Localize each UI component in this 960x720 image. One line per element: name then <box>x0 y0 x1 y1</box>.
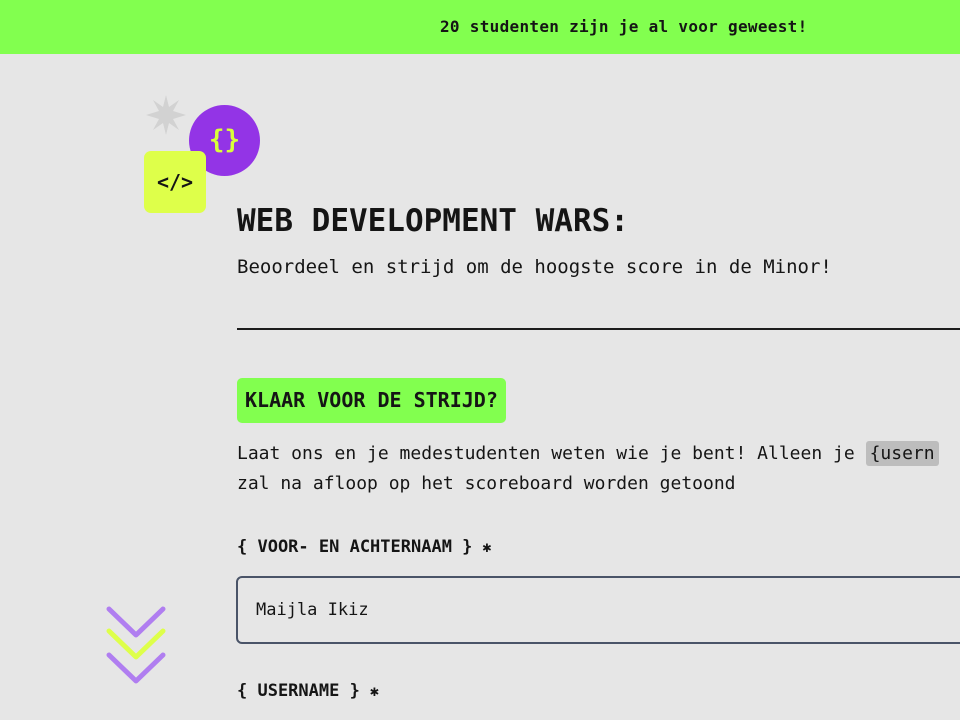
page-subtitle: Beoordeel en strijd om de hoogste score … <box>237 256 832 278</box>
intro-text-start: Laat ons en je medestudenten weten wie j… <box>237 443 855 464</box>
username-label-text: { USERNAME } <box>237 681 360 701</box>
divider <box>237 328 960 330</box>
intro-text-end: zal na afloop op het scoreboard worden g… <box>237 473 736 494</box>
scroll-down-chevrons-icon <box>106 606 166 684</box>
name-label-text: { VOOR- EN ACHTERNAAM } <box>237 537 473 557</box>
code-tag-icon: </> <box>144 151 206 213</box>
section-heading: KLAAR VOOR DE STRIJD? <box>237 378 506 423</box>
full-name-input[interactable] <box>236 576 960 644</box>
banner-text: 20 studenten zijn je al voor geweest! <box>440 17 808 36</box>
top-banner: 20 studenten zijn je al voor geweest! <box>0 0 960 54</box>
intro-text: Laat ons en je medestudenten weten wie j… <box>237 439 960 499</box>
name-field-label: { VOOR- EN ACHTERNAAM } ✱ <box>237 537 491 557</box>
required-asterisk-icon: ✱ <box>482 538 492 556</box>
required-asterisk-icon: ✱ <box>369 682 379 700</box>
burst-icon <box>146 95 186 135</box>
username-code-highlight: {usern <box>865 441 939 466</box>
page-title: WEB DEVELOPMENT WARS: <box>237 203 629 239</box>
username-field-label: { USERNAME } ✱ <box>237 681 379 701</box>
